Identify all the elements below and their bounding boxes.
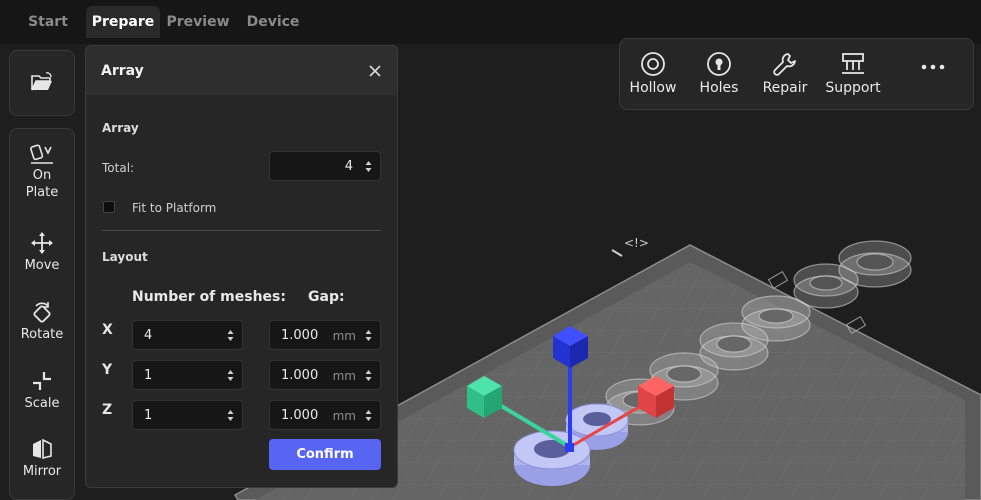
meshes-y-value: 1 [144,368,153,383]
tab-prepare[interactable]: Prepare [86,6,160,38]
total-label: Total: [102,161,135,175]
on-plate-button[interactable]: On Plate [10,143,74,201]
mirror-button[interactable]: Mirror [10,437,74,480]
scale-icon [33,372,51,390]
top-toolbar: Hollow Holes Repair Support [619,38,974,110]
more-button[interactable] [900,63,966,74]
spin-arrows-icon[interactable] [365,409,372,422]
meshes-x-value: 4 [144,328,153,343]
holes-icon [707,52,731,76]
spin-arrows-icon[interactable] [227,329,234,342]
total-value: 4 [344,159,353,174]
gap-z-input[interactable]: 1.000 mm [269,400,381,430]
tab-device[interactable]: Device [240,6,306,38]
confirm-button[interactable]: Confirm [269,439,381,470]
move-label: Move [24,258,60,273]
scale-button[interactable]: Scale [10,369,74,412]
gap-y-value: 1.000 [281,368,319,383]
divider [102,230,381,231]
array-panel-header: Array [86,46,397,95]
rotate-icon [33,302,51,323]
total-input[interactable]: 4 [269,151,381,181]
meshes-y-input[interactable]: 1 [132,360,243,390]
meshes-z-value: 1 [144,408,153,423]
hollow-label: Hollow [629,80,677,96]
panel-title: Array [101,63,144,79]
meshes-column-header: Number of meshes: [132,289,286,305]
tab-preview[interactable]: Preview [164,6,232,38]
gap-z-unit: mm [332,409,356,423]
tab-start[interactable]: Start [17,6,79,38]
gap-x-value: 1.000 [281,328,319,343]
move-icon [31,232,53,254]
more-horizontal-icon [921,64,945,70]
support-label: Support [825,80,881,96]
meshes-x-input[interactable]: 4 [132,320,243,350]
mirror-label: Mirror [22,464,62,479]
gap-x-unit: mm [332,329,356,343]
spin-arrows-icon[interactable] [365,160,372,173]
holes-button[interactable]: Holes [686,51,752,96]
axis-label-x: X [102,322,113,338]
spin-arrows-icon[interactable] [227,409,234,422]
on-plate-icon [30,144,53,164]
fit-to-platform-label: Fit to Platform [132,201,217,215]
left-toolbar: On Plate Move Rotate Scale Mirror [9,128,75,500]
spin-arrows-icon[interactable] [227,369,234,382]
gap-y-unit: mm [332,369,356,383]
folder-open-icon [31,72,52,91]
axis-label-z: Z [102,402,113,418]
move-button[interactable]: Move [10,231,74,274]
meshes-z-input[interactable]: 1 [132,400,243,430]
spin-arrows-icon[interactable] [365,329,372,342]
plate-marker-icon: <!> [624,236,649,250]
spin-arrows-icon[interactable] [365,369,372,382]
scale-label: Scale [24,396,60,411]
on-plate-label-2: Plate [25,185,59,200]
array-panel: Array Array Total: 4 Fit to Platform Lay… [85,45,398,488]
open-file-button[interactable] [9,50,75,116]
on-plate-label-1: On [32,168,52,183]
wrench-icon [773,53,796,76]
hollow-button[interactable]: Hollow [620,51,686,96]
gap-column-header: Gap: [308,289,345,305]
hollow-icon [641,52,665,76]
gap-x-input[interactable]: 1.000 mm [269,320,381,350]
repair-button[interactable]: Repair [752,51,818,96]
gap-y-input[interactable]: 1.000 mm [269,360,381,390]
support-icon [842,53,864,74]
holes-label: Holes [699,80,739,96]
gap-z-value: 1.000 [281,408,319,423]
array-section-title: Array [102,121,139,135]
repair-label: Repair [762,80,808,96]
axis-label-y: Y [102,362,113,378]
plate-edit-icon [611,249,623,257]
close-icon[interactable] [369,65,381,77]
layout-section-title: Layout [102,250,148,264]
rotate-label: Rotate [20,327,64,342]
mirror-icon [33,438,52,460]
rotate-button[interactable]: Rotate [10,300,74,343]
support-button[interactable]: Support [820,51,886,96]
fit-to-platform-checkbox[interactable] [103,201,115,213]
